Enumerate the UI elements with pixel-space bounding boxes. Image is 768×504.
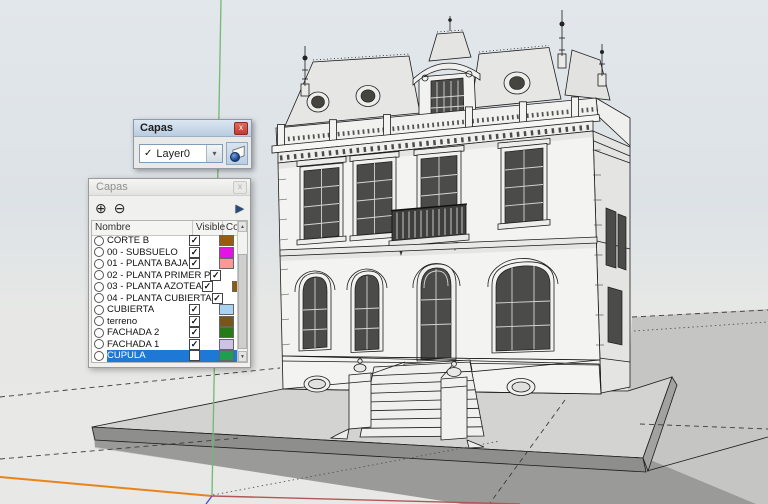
- layers-grid: Nombre Visible Co... CORTE B ✓ 00 - SUBS…: [91, 220, 248, 363]
- layer-color-swatch[interactable]: [219, 315, 234, 327]
- layers-dialog-title: Capas: [96, 181, 128, 193]
- layer-visible-checkbox[interactable]: ✓: [189, 327, 200, 339]
- layer-row[interactable]: 00 - SUBSUELO ✓: [92, 246, 237, 259]
- sketchup-window: Capas x ✓ Layer0 ▾ Capas x ⊕ ⊖ ▶ Nombre …: [0, 0, 768, 504]
- layer-color-swatch[interactable]: [219, 235, 234, 247]
- layer-row[interactable]: 03 - PLANTA AZOTEA ✓: [92, 281, 237, 293]
- layer-visible-checkbox[interactable]: ✓: [189, 235, 200, 247]
- layer-name: terreno: [107, 315, 138, 327]
- layer-radio[interactable]: [94, 270, 104, 281]
- layer-list: CORTE B ✓ 00 - SUBSUELO ✓ 01 - PLANTA BA…: [92, 235, 237, 362]
- layer-radio[interactable]: [94, 247, 104, 258]
- remove-layer-button[interactable]: ⊖: [114, 201, 126, 215]
- layer-visible-checkbox[interactable]: ✓: [201, 281, 213, 293]
- layer-name: 04 - PLANTA CUBIERTA: [107, 292, 212, 304]
- layer-name: 00 - SUBSUELO: [107, 246, 178, 258]
- layer-name: 02 - PLANTA PRIMER P: [107, 269, 211, 281]
- orange-axis: [0, 476, 213, 497]
- layer-row[interactable]: 02 - PLANTA PRIMER P ✓: [92, 269, 237, 282]
- layer-radio[interactable]: [94, 281, 104, 292]
- roof-pavilion: [412, 16, 481, 123]
- layer-row[interactable]: FACHADA 1 ✓: [92, 338, 237, 351]
- layer-name: 01 - PLANTA BAJA: [107, 258, 189, 270]
- capas-toolbar-titlebar[interactable]: Capas x: [134, 120, 251, 137]
- layer-name: FACHADA 1: [107, 338, 160, 350]
- layer-radio[interactable]: [94, 293, 104, 304]
- layer-row[interactable]: CUPULA: [92, 350, 237, 362]
- layer-manager-button[interactable]: [226, 142, 248, 165]
- layer-name: CORTE B: [107, 235, 150, 247]
- layer-row[interactable]: 01 - PLANTA BAJA ✓: [92, 258, 237, 270]
- layer-name: CUPULA: [107, 350, 146, 362]
- close-icon[interactable]: x: [233, 180, 247, 194]
- scrollbar-thumb[interactable]: [238, 254, 247, 349]
- building-model: [271, 10, 631, 449]
- layer-radio[interactable]: [94, 258, 104, 269]
- layer-name: CUBIERTA: [107, 304, 155, 316]
- layer-row[interactable]: terreno ✓: [92, 315, 237, 328]
- layer-color-swatch[interactable]: [219, 304, 234, 316]
- layer-visible-checkbox[interactable]: ✓: [211, 292, 223, 304]
- column-header-nombre[interactable]: Nombre: [92, 221, 193, 235]
- layer-visible-checkbox[interactable]: ✓: [210, 269, 222, 281]
- current-layer-combobox[interactable]: ✓ Layer0 ▾: [139, 144, 223, 163]
- layer-radio[interactable]: [94, 339, 104, 350]
- layer-row[interactable]: 04 - PLANTA CUBIERTA ✓: [92, 292, 237, 305]
- scroll-up-icon[interactable]: ▲: [238, 221, 247, 232]
- layer-visible-checkbox[interactable]: ✓: [189, 258, 200, 270]
- layer-color-swatch[interactable]: [219, 327, 234, 339]
- layer-color-swatch[interactable]: [219, 338, 234, 350]
- capas-toolbar-window: Capas x ✓ Layer0 ▾: [133, 119, 252, 169]
- layers-dialog: Capas x ⊕ ⊖ ▶ Nombre Visible Co... CORTE…: [88, 178, 251, 368]
- layer-color-swatch[interactable]: [219, 350, 234, 362]
- layer-visible-checkbox[interactable]: [189, 350, 200, 362]
- current-layer-value: Layer0: [156, 147, 191, 160]
- layer-row[interactable]: FACHADA 2 ✓: [92, 327, 237, 339]
- layer-visible-checkbox[interactable]: ✓: [189, 246, 200, 258]
- layer-radio[interactable]: [94, 235, 104, 246]
- chevron-down-icon[interactable]: ▾: [206, 145, 222, 162]
- layer-radio[interactable]: [94, 316, 104, 327]
- blue-axis: [205, 495, 213, 504]
- layer-row[interactable]: CORTE B ✓: [92, 235, 237, 247]
- layer-name: FACHADA 2: [107, 327, 160, 339]
- close-icon[interactable]: x: [234, 121, 248, 135]
- capas-toolbar-title: Capas: [140, 122, 174, 134]
- layers-dialog-titlebar[interactable]: Capas x: [89, 179, 250, 196]
- check-icon: ✓: [144, 148, 153, 159]
- column-header-visible[interactable]: Visible: [193, 221, 225, 235]
- layer-radio[interactable]: [94, 304, 104, 315]
- layer-name: 03 - PLANTA AZOTEA: [107, 281, 202, 293]
- scroll-down-icon[interactable]: ▼: [238, 351, 247, 362]
- add-layer-button[interactable]: ⊕: [95, 201, 107, 215]
- layer-visible-checkbox[interactable]: ✓: [189, 304, 200, 316]
- layer-visible-checkbox[interactable]: ✓: [189, 338, 200, 350]
- layer-color-swatch[interactable]: [219, 258, 234, 270]
- layer-radio[interactable]: [94, 350, 104, 361]
- layer-row[interactable]: CUBIERTA ✓: [92, 304, 237, 316]
- layer-orb-icon: [230, 152, 240, 162]
- scrollbar[interactable]: ▲ ▼: [237, 221, 247, 362]
- layer-radio[interactable]: [94, 327, 104, 338]
- layer-color-swatch[interactable]: [219, 246, 234, 258]
- details-arrow-button[interactable]: ▶: [236, 202, 244, 215]
- layer-visible-checkbox[interactable]: ✓: [189, 315, 200, 327]
